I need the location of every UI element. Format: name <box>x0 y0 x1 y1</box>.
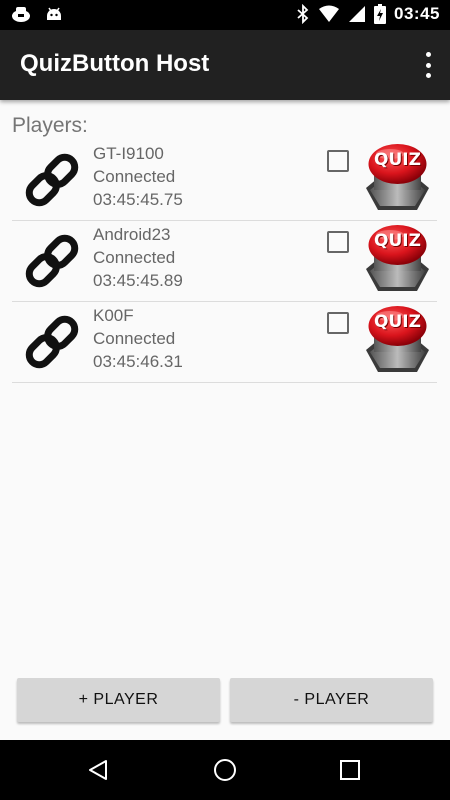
player-status: Connected <box>93 329 176 348</box>
player-info: GT-I9100 Connected 03:45:45.75 <box>93 142 183 211</box>
player-list: GT-I9100 Connected 03:45:45.75 QUIZ Android2… <box>12 140 437 383</box>
wifi-icon <box>319 5 340 22</box>
player-checkbox[interactable] <box>327 150 349 172</box>
players-label: Players: <box>12 114 88 137</box>
quiz-button[interactable]: QUIZ <box>360 142 435 216</box>
player-checkbox[interactable] <box>327 312 349 334</box>
player-name: Android23 <box>93 225 171 244</box>
quiz-button-label: QUIZ <box>374 312 421 332</box>
player-name: GT-I9100 <box>93 144 164 163</box>
status-time: 03:45 <box>394 4 440 23</box>
quiz-button-label: QUIZ <box>374 150 421 170</box>
player-info: Android23 Connected 03:45:45.89 <box>93 223 183 292</box>
android-notification-icon <box>47 7 61 20</box>
quiz-button[interactable]: QUIZ <box>360 223 435 297</box>
status-bar: 03:45 <box>0 0 450 30</box>
player-status: Connected <box>93 248 176 267</box>
player-row: Android23 Connected 03:45:45.89 QUIZ <box>12 221 437 302</box>
player-name: K00F <box>93 306 134 325</box>
back-icon[interactable] <box>86 758 110 782</box>
quiz-notification-icon <box>12 7 30 22</box>
player-row: K00F Connected 03:45:46.31 QUIZ <box>12 302 437 383</box>
nav-bar <box>0 740 450 800</box>
link-icon <box>20 310 84 374</box>
player-status: Connected <box>93 167 176 186</box>
status-left-icons <box>10 4 64 24</box>
quiz-button-label: QUIZ <box>374 231 421 251</box>
player-checkbox[interactable] <box>327 231 349 253</box>
quiz-button[interactable]: QUIZ <box>360 304 435 378</box>
recents-icon[interactable] <box>338 758 362 782</box>
home-icon[interactable] <box>213 758 237 782</box>
status-right-icons: 03:45 <box>296 4 440 24</box>
add-player-button[interactable]: + PLAYER <box>17 678 220 722</box>
battery-charging-icon <box>374 4 387 24</box>
player-time: 03:45:45.89 <box>93 271 183 290</box>
link-icon <box>20 229 84 293</box>
app-bar: QuizButton Host <box>0 30 450 100</box>
more-vert-icon[interactable] <box>420 52 436 78</box>
bluetooth-icon <box>297 4 309 24</box>
signal-icon <box>349 6 366 22</box>
player-time: 03:45:45.75 <box>93 190 183 209</box>
remove-player-button[interactable]: - PLAYER <box>230 678 433 722</box>
app-title: QuizButton Host <box>20 50 210 77</box>
player-time: 03:45:46.31 <box>93 352 183 371</box>
link-icon <box>20 148 84 212</box>
player-row: GT-I9100 Connected 03:45:45.75 QUIZ <box>12 140 437 221</box>
player-info: K00F Connected 03:45:46.31 <box>93 304 183 373</box>
